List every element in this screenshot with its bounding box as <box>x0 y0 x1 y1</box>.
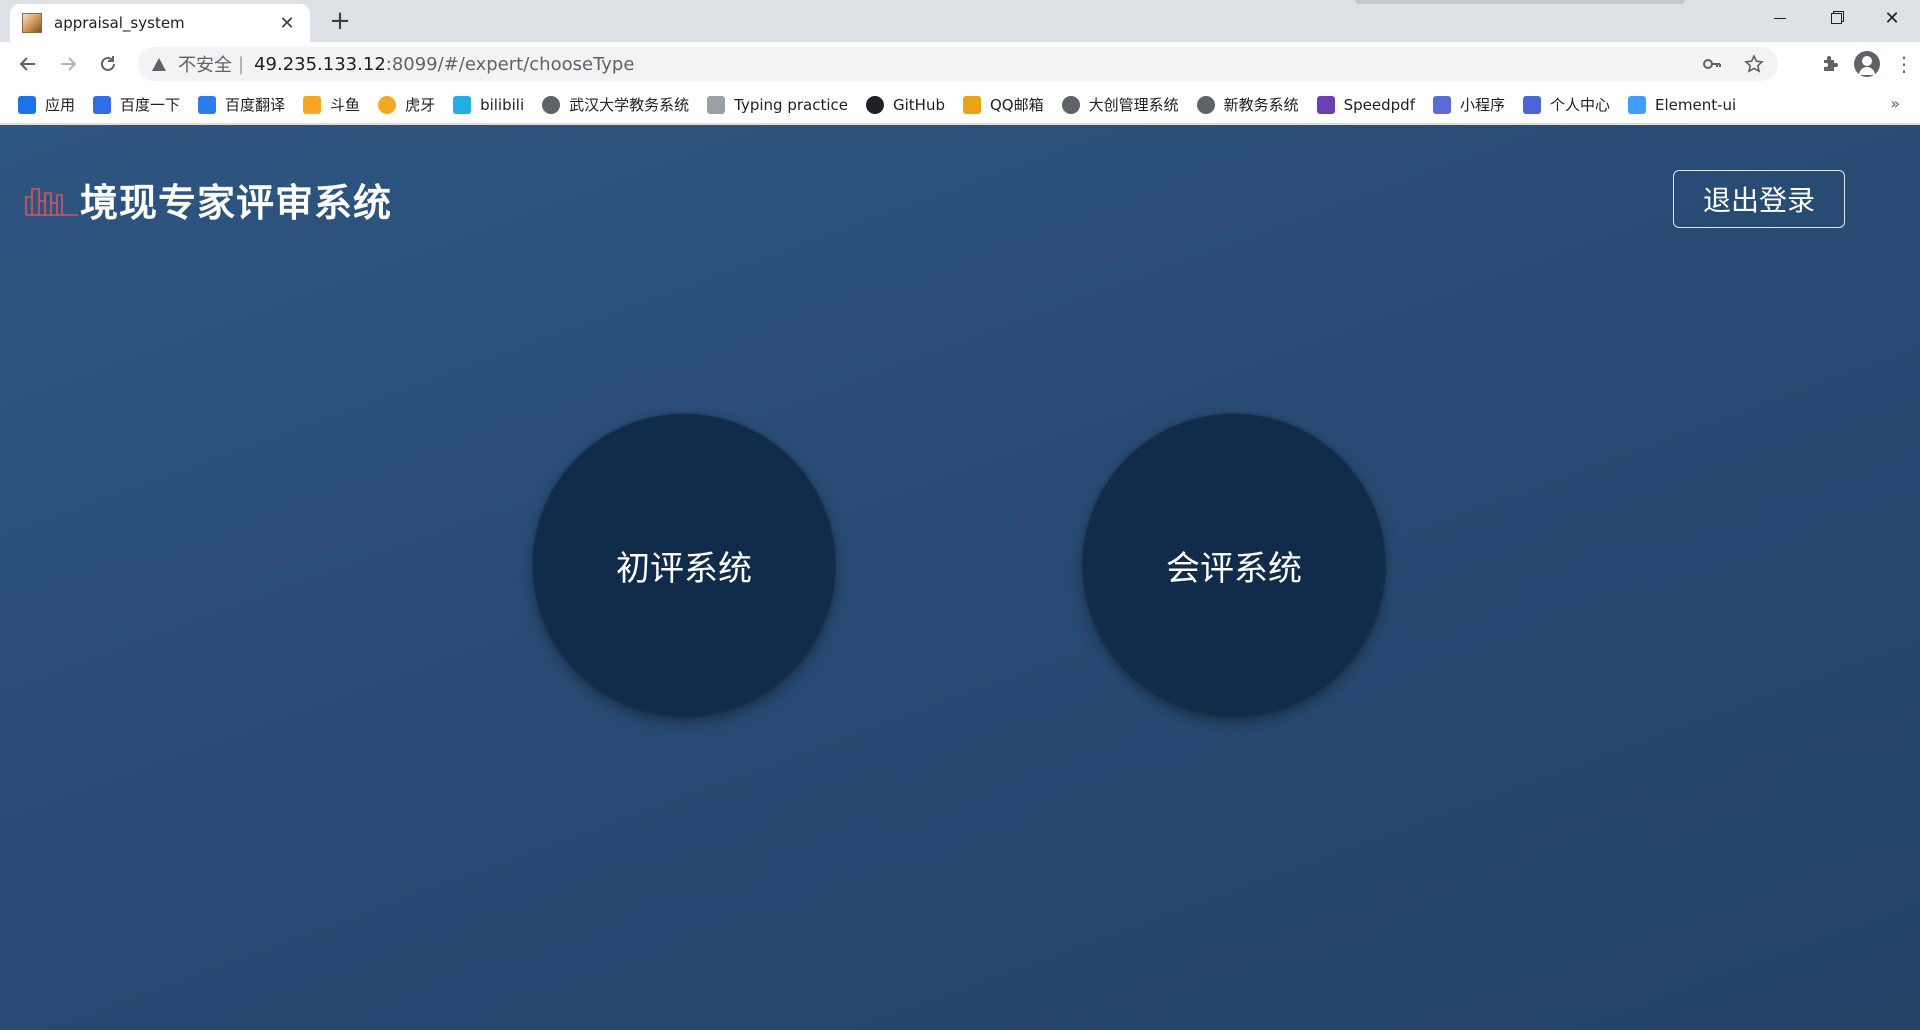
warning-icon <box>152 57 166 71</box>
bookmark-label: 大创管理系统 <box>1088 96 1179 114</box>
bookmark-item[interactable]: 斗鱼 <box>303 94 360 115</box>
address-bar[interactable]: 不安全 | 49.235.133.12 :8099/#/expert/choos… <box>138 47 1778 81</box>
bookmark-label: 虎牙 <box>405 96 436 114</box>
meeting-review-button[interactable]: 会评系统 <box>1083 414 1385 716</box>
bookmark-star-icon[interactable] <box>1744 54 1764 74</box>
bilibili-icon <box>453 95 472 114</box>
skyline-logo-icon <box>25 188 78 216</box>
typing-doc-icon <box>707 95 726 114</box>
bookmark-item[interactable]: 应用 <box>18 94 75 115</box>
meeting-review-label: 会评系统 <box>1166 548 1302 589</box>
minimize-icon <box>1774 17 1786 19</box>
bookmark-label: 武汉大学教务系统 <box>569 96 690 114</box>
bookmark-label: 新教务系统 <box>1223 96 1299 114</box>
restore-icon <box>1830 12 1842 24</box>
reload-icon <box>101 56 115 71</box>
translate-icon <box>198 95 217 114</box>
bookmark-label: QQ邮箱 <box>989 96 1044 114</box>
security-label[interactable]: 不安全 <box>178 51 232 77</box>
bookmark-label: Speedpdf <box>1343 95 1415 114</box>
bookmark-item[interactable]: 百度翻译 <box>198 94 285 115</box>
window-controls: ✕ <box>1752 0 1920 36</box>
app-header: 境现专家评审系统 <box>24 173 392 225</box>
bookmark-item[interactable]: 虎牙 <box>378 94 435 115</box>
bookmark-label: GitHub <box>893 95 945 114</box>
globe-icon <box>1196 95 1215 114</box>
globe-icon <box>542 95 561 114</box>
profile-avatar-icon[interactable] <box>1854 51 1880 77</box>
huya-icon <box>378 95 397 114</box>
browser-toolbar: 不安全 | 49.235.133.12 :8099/#/expert/choos… <box>0 42 1920 86</box>
bookmark-item[interactable]: 大创管理系统 <box>1061 94 1179 115</box>
tab-favicon-icon <box>22 13 42 33</box>
miniprogram-icon <box>1433 95 1451 114</box>
bookmark-item[interactable]: 小程序 <box>1433 94 1505 115</box>
url-host: 49.235.133.12 <box>254 53 386 75</box>
arrow-left-icon <box>19 57 35 71</box>
bookmark-item[interactable]: 百度一下 <box>93 94 180 115</box>
bookmark-item[interactable]: Typing practice <box>707 95 848 114</box>
bookmark-item[interactable]: QQ邮箱 <box>962 94 1044 115</box>
initial-review-button[interactable]: 初评系统 <box>533 414 835 716</box>
bookmark-label: 小程序 <box>1460 96 1506 114</box>
extensions-puzzle-icon[interactable] <box>1820 54 1840 74</box>
site-title: 境现专家评审系统 <box>80 180 393 225</box>
bookmark-item[interactable]: Element-ui <box>1628 95 1737 114</box>
back-button[interactable] <box>8 44 48 84</box>
bookmark-item[interactable]: bilibili <box>453 95 525 114</box>
bookmark-item[interactable]: 新教务系统 <box>1196 94 1299 115</box>
browser-tabstrip: appraisal_system ✕ + ✕ <box>0 0 1920 42</box>
apps-grid-icon <box>18 95 36 114</box>
github-icon <box>866 95 884 114</box>
reload-button[interactable] <box>88 44 128 84</box>
new-tab-button[interactable]: + <box>325 6 355 36</box>
bookmarks-overflow-button[interactable]: » <box>1890 94 1900 113</box>
key-icon[interactable] <box>1702 54 1722 74</box>
profile-center-icon <box>1523 95 1542 114</box>
browser-tab[interactable]: appraisal_system ✕ <box>10 4 310 42</box>
bookmark-label: 斗鱼 <box>330 96 361 114</box>
restore-button[interactable] <box>1808 0 1864 36</box>
baidu-paw-icon <box>93 95 112 114</box>
bookmark-label: 个人中心 <box>1550 96 1611 114</box>
bookmark-label: 百度一下 <box>120 96 181 114</box>
tabstrip-shadow <box>1355 0 1685 4</box>
url-path: :8099/#/expert/chooseType <box>385 53 635 75</box>
douyu-icon <box>303 95 322 114</box>
element-ui-icon <box>1628 95 1647 114</box>
bookmark-label: bilibili <box>480 95 525 114</box>
forward-button[interactable] <box>48 44 88 84</box>
app-page: 境现专家评审系统 退出登录 初评系统 会评系统 <box>0 125 1920 1030</box>
minimize-button[interactable] <box>1752 0 1808 36</box>
url-separator: | <box>238 53 245 75</box>
omnibox-actions <box>1702 47 1764 81</box>
bookmark-label: Element-ui <box>1655 95 1737 114</box>
arrow-right-icon <box>61 57 77 71</box>
bookmark-item[interactable]: 个人中心 <box>1523 94 1610 115</box>
bookmark-label: 应用 <box>45 96 76 114</box>
logout-button[interactable]: 退出登录 <box>1673 170 1845 228</box>
bookmarks-bar: 应用 百度一下 百度翻译 斗鱼 虎牙 bilibili 武汉大学教务系统 Typing pra… <box>0 86 1920 124</box>
toolbar-right: ⋮ <box>1820 42 1914 86</box>
tab-close-icon[interactable]: ✕ <box>276 13 298 34</box>
bookmark-item[interactable]: Speedpdf <box>1316 95 1415 114</box>
close-window-button[interactable]: ✕ <box>1864 0 1920 36</box>
tab-title: appraisal_system <box>54 14 185 32</box>
bookmark-item[interactable]: GitHub <box>866 95 945 114</box>
more-menu-icon[interactable]: ⋮ <box>1894 52 1914 76</box>
qqmail-icon <box>962 95 981 114</box>
speedpdf-icon <box>1316 95 1335 114</box>
initial-review-label: 初评系统 <box>616 548 752 589</box>
bookmark-label: 百度翻译 <box>225 96 286 114</box>
bookmark-item[interactable]: 武汉大学教务系统 <box>542 94 689 115</box>
bookmark-label: Typing practice <box>734 95 848 114</box>
globe-icon <box>1061 95 1080 114</box>
